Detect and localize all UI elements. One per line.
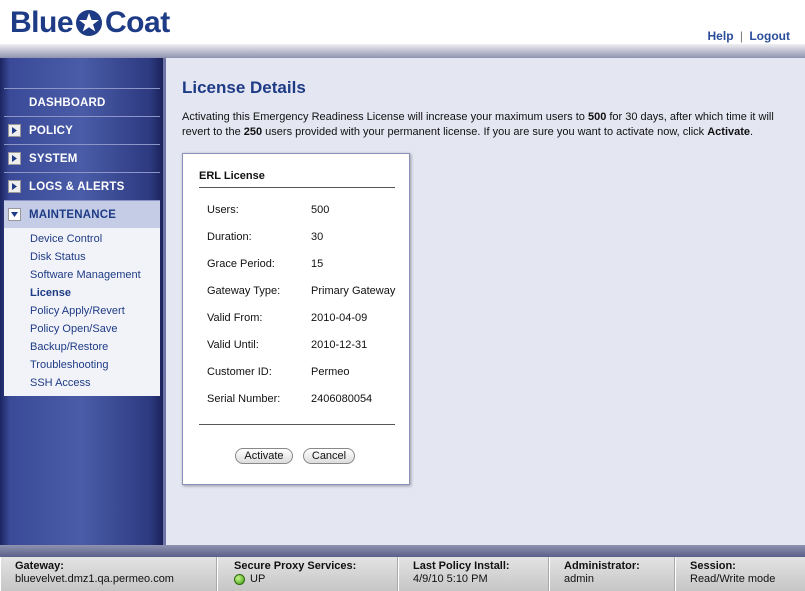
divider [199, 187, 395, 188]
page-title: License Details [182, 78, 306, 97]
status-proxy-label: Secure Proxy Services: [234, 560, 357, 572]
arrow-right-icon [8, 180, 21, 193]
footer-bar [0, 545, 805, 557]
row-label: Serial Number: [207, 393, 281, 405]
desc-text-4: . [750, 126, 754, 138]
nav-dashboard[interactable]: DASHBOARD [4, 88, 160, 116]
status-session: Session: Read/Write mode [675, 557, 805, 591]
nav-logs-alerts[interactable]: LOGS & ALERTS [4, 172, 160, 200]
nav-policy-label: POLICY [29, 124, 74, 137]
status-admin: Administrator: admin [549, 557, 675, 591]
desc-permanent-users: 250 [243, 126, 263, 138]
shield-star-icon [76, 10, 103, 36]
row-label: Users: [207, 204, 239, 216]
nav-dashboard-label: DASHBOARD [29, 96, 106, 109]
row-value: Permeo [311, 366, 350, 378]
desc-text-3: users provided with your permanent licen… [262, 126, 708, 138]
nav-logs-alerts-label: LOGS & ALERTS [29, 180, 125, 193]
nav-maintenance-label: MAINTENANCE [29, 208, 117, 221]
status-proxy-value: UP [250, 573, 266, 585]
subnav-backup-restore[interactable]: Backup/Restore [4, 338, 160, 356]
card-title: ERL License [199, 170, 265, 182]
status-session-label: Session: [690, 560, 736, 572]
row-value: 30 [311, 231, 324, 243]
logo-text-coat: Coat [105, 6, 170, 39]
arrow-right-icon [8, 124, 21, 137]
nav-maintenance[interactable]: MAINTENANCE [4, 200, 160, 228]
desc-text-1: Activating this Emergency Readiness Lice… [182, 111, 588, 123]
maintenance-submenu: Device Control Disk Status Software Mana… [4, 228, 160, 396]
subnav-ssh-access[interactable]: SSH Access [4, 374, 160, 392]
row-label: Grace Period: [207, 258, 275, 270]
subnav-license[interactable]: License [4, 284, 160, 302]
subnav-policy-apply-revert[interactable]: Policy Apply/Revert [4, 302, 160, 320]
desc-activate-word: Activate [707, 126, 751, 138]
status-last-install: Last Policy Install: 4/9/10 5:10 PM [398, 557, 549, 591]
row-label: Customer ID: [207, 366, 272, 378]
status-led-icon [234, 573, 245, 585]
row-value: 2010-04-09 [311, 312, 368, 324]
status-session-value: Read/Write mode [690, 573, 776, 585]
row-label: Duration: [207, 231, 252, 243]
license-description: Activating this Emergency Readiness Lice… [182, 110, 782, 140]
status-gateway: Gateway: bluevelvet.dmz1.qa.permeo.com [0, 557, 217, 591]
cancel-button[interactable]: Cancel [303, 448, 355, 464]
help-link[interactable]: Help [708, 29, 734, 43]
bluecoat-logo: Blue Coat [10, 6, 170, 40]
status-last-install-label: Last Policy Install: [413, 560, 510, 572]
status-gateway-value: bluevelvet.dmz1.qa.permeo.com [15, 573, 174, 585]
main-content: License Details Activating this Emergenc… [166, 58, 805, 545]
status-admin-value: admin [564, 573, 594, 585]
row-value: 500 [311, 204, 330, 216]
arrow-right-icon [8, 152, 21, 165]
nav-policy[interactable]: POLICY [4, 116, 160, 144]
row-value: 15 [311, 258, 324, 270]
desc-max-users: 500 [587, 111, 607, 123]
row-value: 2406080054 [311, 393, 373, 405]
subnav-software-management[interactable]: Software Management [4, 266, 160, 284]
subnav-device-control[interactable]: Device Control [4, 230, 160, 248]
logout-link[interactable]: Logout [749, 29, 790, 43]
status-bar: Gateway: bluevelvet.dmz1.qa.permeo.com S… [0, 557, 805, 591]
header-bar [0, 44, 805, 58]
status-proxy: Secure Proxy Services: UP [217, 557, 398, 591]
nav-system-label: SYSTEM [29, 152, 78, 165]
status-proxy-value-wrap: UP [234, 573, 397, 585]
status-admin-label: Administrator: [564, 560, 640, 572]
subnav-policy-open-save[interactable]: Policy Open/Save [4, 320, 160, 338]
divider [199, 424, 395, 425]
arrow-down-icon [8, 208, 21, 221]
subnav-troubleshooting[interactable]: Troubleshooting [4, 356, 160, 374]
link-separator: | [739, 29, 743, 43]
row-label: Gateway Type: [207, 285, 281, 297]
top-links: Help | Logout [708, 29, 790, 43]
row-value: 2010-12-31 [311, 339, 368, 351]
erl-license-card: ERL License Users: 500 Duration: 30 Grac… [182, 153, 410, 485]
sidebar: DASHBOARD POLICY SYSTEM LOGS & ALERTS MA… [0, 58, 166, 545]
activate-button[interactable]: Activate [235, 448, 293, 464]
status-gateway-label: Gateway: [15, 560, 64, 572]
logo-text-blue: Blue [10, 6, 74, 39]
row-label: Valid From: [207, 312, 263, 324]
row-value: Primary Gateway [311, 285, 396, 297]
status-last-install-value: 4/9/10 5:10 PM [413, 573, 488, 585]
row-label: Valid Until: [207, 339, 259, 351]
subnav-disk-status[interactable]: Disk Status [4, 248, 160, 266]
nav-system[interactable]: SYSTEM [4, 144, 160, 172]
